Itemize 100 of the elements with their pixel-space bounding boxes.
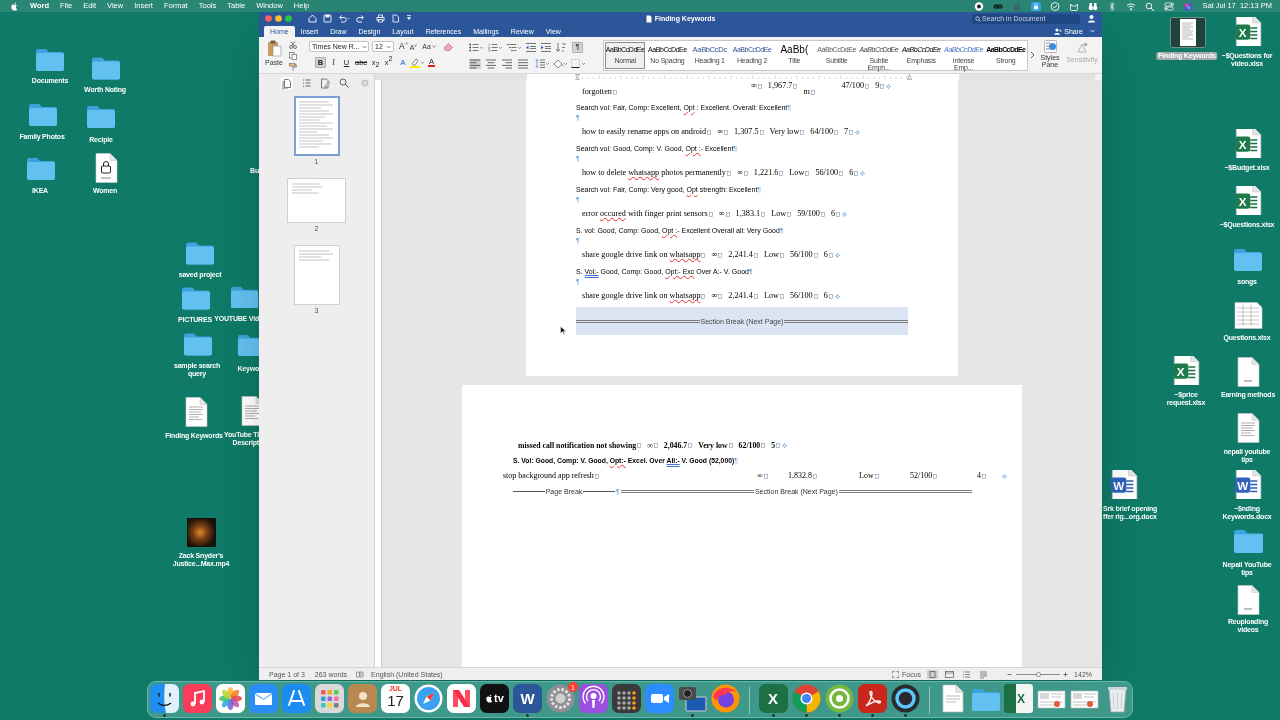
wifi-icon[interactable] [1126, 1, 1137, 11]
zoom-out-icon[interactable] [1007, 671, 1013, 677]
address-book-icon[interactable] [348, 684, 377, 713]
spreadsheet-file-icon[interactable]: X [1234, 186, 1262, 215]
customize-caret-icon[interactable] [406, 14, 412, 23]
spreadsheet-file-icon[interactable]: X [1234, 129, 1262, 158]
align-left-icon[interactable] [469, 58, 481, 69]
eraser-icon[interactable] [442, 42, 454, 51]
new-document-icon[interactable] [391, 14, 400, 23]
folder-icon[interactable] [183, 332, 213, 356]
folder-icon[interactable] [91, 56, 121, 80]
document-file-icon[interactable] [1236, 413, 1260, 443]
page-thumbnail[interactable] [293, 245, 340, 305]
page-thumbnail[interactable] [293, 96, 340, 156]
decrease-indent-icon[interactable] [526, 42, 536, 52]
document-file-icon[interactable] [240, 396, 259, 426]
media-player-icon[interactable] [890, 684, 920, 713]
news-icon[interactable] [447, 684, 476, 713]
redo-icon[interactable] [356, 14, 365, 23]
sort-icon[interactable] [556, 42, 566, 52]
cat-icon[interactable] [1069, 1, 1080, 11]
orb-icon[interactable] [1183, 1, 1194, 11]
gear-icon[interactable] [546, 684, 575, 713]
numbered-list-icon[interactable] [488, 42, 502, 52]
folder-icon[interactable] [26, 156, 56, 181]
compass-icon[interactable] [414, 684, 443, 713]
smiling-face-icon[interactable] [150, 684, 179, 713]
locked-file-icon[interactable] [94, 153, 118, 183]
home-icon[interactable] [308, 14, 317, 23]
align-right-icon[interactable] [501, 58, 513, 69]
tv-app-icon[interactable]: tv [480, 684, 509, 713]
word-file-icon[interactable]: W [1110, 470, 1138, 499]
outline-list-icon[interactable] [300, 77, 312, 89]
document-file-icon[interactable] [184, 397, 208, 427]
document-edit-icon[interactable] [319, 77, 331, 89]
paintbrush-icon[interactable] [289, 63, 297, 71]
slider-thumb[interactable] [1036, 671, 1042, 677]
binoculars-icon[interactable] [1088, 1, 1099, 11]
print-layout-icon[interactable] [927, 669, 939, 679]
glasses-icon[interactable] [993, 1, 1004, 11]
video-thumbnail[interactable] [187, 518, 216, 547]
account-icon[interactable] [1087, 14, 1096, 23]
app-store-icon[interactable] [282, 684, 311, 713]
folder-icon[interactable] [230, 285, 259, 309]
proofing-icon[interactable] [356, 670, 365, 678]
copy-icon[interactable] [289, 52, 297, 60]
folder-icon[interactable] [1233, 528, 1263, 554]
blank-file-icon[interactable] [1236, 357, 1260, 387]
folder-icon[interactable] [181, 286, 211, 310]
bluetooth-icon[interactable] [1107, 1, 1118, 11]
app-grid-icon[interactable] [315, 684, 344, 713]
podcast-icon[interactable] [579, 684, 608, 713]
spreadsheet-file-icon[interactable]: X [1172, 356, 1200, 385]
control-center-icon[interactable] [1164, 1, 1175, 11]
flower-icon[interactable] [216, 684, 245, 713]
torrent-icon[interactable] [824, 684, 854, 713]
spreadsheet-app-icon[interactable]: X [758, 684, 788, 713]
borders-icon[interactable] [571, 58, 585, 69]
web-layout-icon[interactable] [944, 669, 956, 679]
pdf-icon[interactable] [857, 684, 887, 713]
indent-marker-icon[interactable] [907, 74, 912, 80]
paint-bucket-icon[interactable] [553, 58, 567, 69]
undo-icon[interactable] [338, 14, 350, 23]
save-icon[interactable] [323, 14, 332, 23]
document-preview-icon[interactable] [1170, 17, 1206, 48]
envelope-icon[interactable] [249, 684, 278, 713]
zoom-in-icon[interactable] [1063, 671, 1069, 677]
apple-logo-icon[interactable] [10, 1, 18, 11]
blank-file-icon[interactable] [1236, 585, 1260, 615]
record-icon[interactable] [974, 1, 985, 11]
close-icon[interactable] [265, 15, 272, 22]
maximize-icon[interactable] [285, 15, 292, 22]
page-thumbnail[interactable] [287, 178, 346, 223]
search-icon[interactable] [1145, 1, 1156, 11]
camera-icon[interactable] [678, 684, 707, 713]
grow-font-button[interactable]: A [399, 42, 408, 51]
folder-icon[interactable] [35, 47, 65, 72]
justify-icon[interactable] [517, 58, 529, 69]
print-icon[interactable] [376, 14, 385, 23]
spreadsheet-stack-icon[interactable]: X [1004, 684, 1033, 713]
folder-icon[interactable] [86, 104, 116, 129]
minimize-icon[interactable] [275, 15, 282, 22]
increase-indent-icon[interactable] [541, 42, 551, 52]
bulleted-list-icon[interactable] [469, 42, 483, 52]
word-app-icon[interactable]: W [513, 684, 542, 713]
video-camera-icon[interactable] [645, 684, 674, 713]
browser-circle-icon[interactable] [791, 684, 821, 713]
caret-icon[interactable] [1090, 29, 1095, 33]
folder-icon[interactable] [28, 102, 58, 127]
music-note-icon[interactable] [183, 684, 212, 713]
line-spacing-icon[interactable] [535, 59, 549, 68]
align-center-icon[interactable] [485, 58, 497, 69]
multilevel-list-icon[interactable] [507, 42, 521, 52]
indent-marker-icon[interactable] [575, 74, 580, 80]
spreadsheet-file-icon[interactable]: X [1234, 17, 1262, 46]
outline-view-icon[interactable] [961, 669, 973, 679]
word-file-icon[interactable]: W [1234, 470, 1262, 499]
calculator-icon[interactable] [612, 684, 641, 713]
page-thumbnails-icon[interactable] [281, 77, 293, 89]
highlighter-icon[interactable] [409, 57, 424, 68]
